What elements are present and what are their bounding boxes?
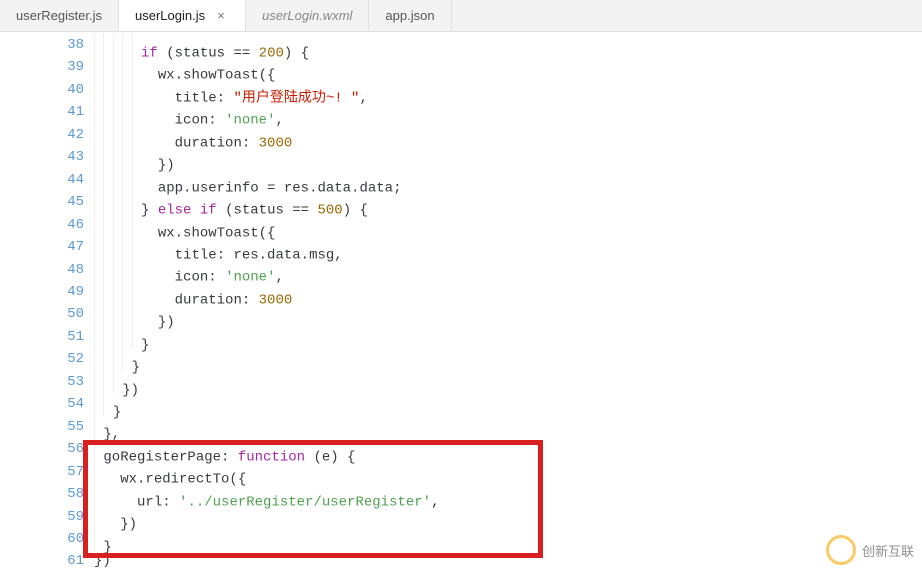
line-number: 41: [28, 101, 94, 123]
tab-bar: userRegister.js userLogin.js × userLogin…: [0, 0, 922, 32]
tab-label: userRegister.js: [16, 8, 102, 23]
line-number: 60: [28, 528, 94, 550]
line-number: 50: [28, 303, 94, 325]
watermark: 创新互联: [826, 535, 914, 565]
editor: 3839404142434445464748495051525354555657…: [0, 32, 922, 571]
tab-label: userLogin.wxml: [262, 8, 352, 23]
code-line[interactable]: goRegisterPage: function (e) {: [94, 438, 922, 460]
line-number: 48: [28, 259, 94, 281]
code-line[interactable]: duration: 3000: [94, 281, 922, 303]
code-line[interactable]: }: [94, 326, 922, 348]
code-line[interactable]: icon: 'none',: [94, 101, 922, 123]
line-number: 49: [28, 281, 94, 303]
code-line[interactable]: }: [94, 528, 922, 550]
code-line[interactable]: title: res.data.msg,: [94, 236, 922, 258]
code-line[interactable]: wx.showToast({: [94, 214, 922, 236]
line-number: 44: [28, 169, 94, 191]
code-line[interactable]: wx.redirectTo({: [94, 460, 922, 482]
line-number: 61: [28, 550, 94, 572]
code-line[interactable]: } else if (status == 500) {: [94, 191, 922, 213]
code-line[interactable]: },: [94, 415, 922, 437]
line-number: 39: [28, 56, 94, 78]
line-number: 56: [28, 438, 94, 460]
tab-userlogin-js[interactable]: userLogin.js ×: [119, 0, 246, 31]
code-line[interactable]: }: [94, 393, 922, 415]
tab-label: userLogin.js: [135, 8, 205, 23]
line-number: 51: [28, 326, 94, 348]
code-area[interactable]: if (status == 200) { wx.showToast({ titl…: [94, 32, 922, 571]
code-line[interactable]: }: [94, 348, 922, 370]
code-line[interactable]: wx.showToast({: [94, 56, 922, 78]
code-line[interactable]: title: "用户登陆成功~! ",: [94, 79, 922, 101]
code-line[interactable]: app.userinfo = res.data.data;: [94, 169, 922, 191]
line-number: 46: [28, 214, 94, 236]
line-number: 38: [28, 34, 94, 56]
code-line[interactable]: }): [94, 371, 922, 393]
tab-userlogin-wxml[interactable]: userLogin.wxml: [246, 0, 369, 31]
line-number: 57: [28, 461, 94, 483]
watermark-text: 创新互联: [862, 541, 914, 560]
line-number: 47: [28, 236, 94, 258]
code-line[interactable]: icon: 'none',: [94, 258, 922, 280]
breakpoint-gutter[interactable]: [0, 32, 28, 571]
line-number: 54: [28, 393, 94, 415]
line-number: 55: [28, 416, 94, 438]
line-number: 45: [28, 191, 94, 213]
code-line[interactable]: }): [94, 550, 922, 572]
line-number-gutter: 3839404142434445464748495051525354555657…: [28, 32, 94, 571]
tab-app-json[interactable]: app.json: [369, 0, 451, 31]
logo-icon: [826, 535, 856, 565]
line-number: 53: [28, 371, 94, 393]
line-number: 59: [28, 506, 94, 528]
tab-label: app.json: [385, 8, 434, 23]
line-number: 52: [28, 348, 94, 370]
line-number: 58: [28, 483, 94, 505]
line-number: 43: [28, 146, 94, 168]
line-number: 40: [28, 79, 94, 101]
close-icon[interactable]: ×: [213, 8, 229, 24]
code-line[interactable]: url: '../userRegister/userRegister',: [94, 483, 922, 505]
code-line[interactable]: if (status == 200) {: [94, 34, 922, 56]
line-number: 42: [28, 124, 94, 146]
code-line[interactable]: duration: 3000: [94, 124, 922, 146]
tab-userregister-js[interactable]: userRegister.js: [0, 0, 119, 31]
